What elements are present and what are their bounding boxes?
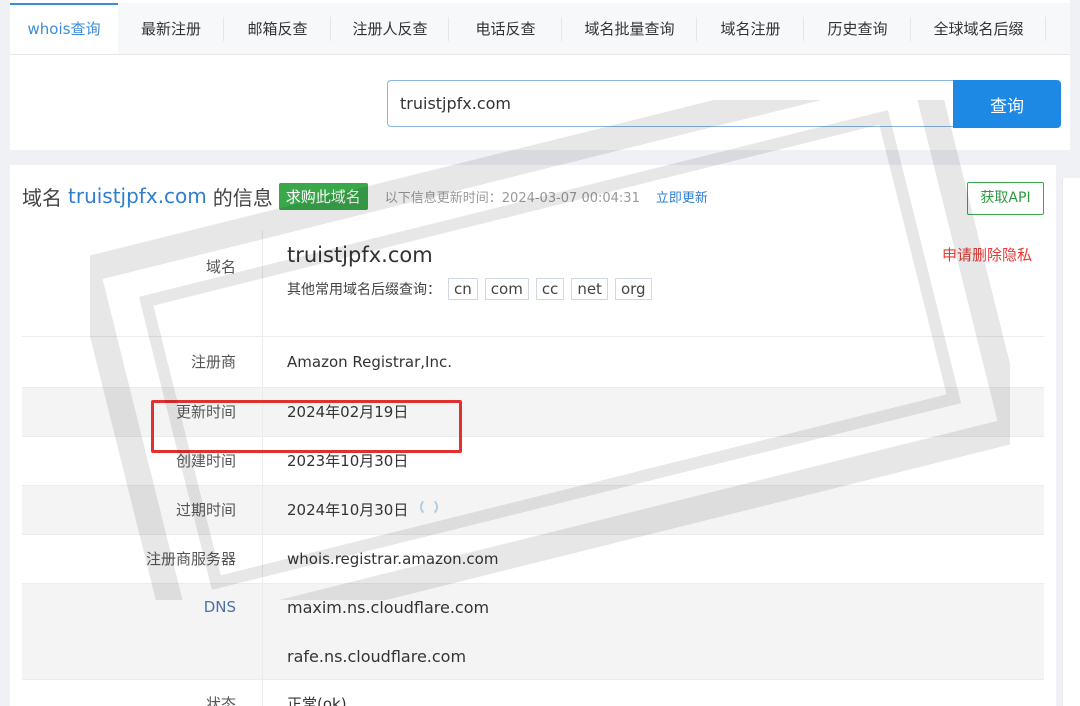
created-value: 2023年10月30日 — [287, 452, 409, 470]
row-status: 状态 正常(ok) — [22, 680, 1044, 706]
get-api-button[interactable]: 获取API — [967, 182, 1044, 215]
row-expires: 过期时间 2024年10月30日 — [22, 486, 1044, 535]
suffix-net-link[interactable]: net — [571, 278, 608, 300]
label-created: 创建时间 — [22, 437, 263, 485]
refresh-icon[interactable] — [420, 497, 439, 516]
buy-domain-button[interactable]: 求购此域名 — [278, 182, 368, 210]
update-now-link[interactable]: 立即更新 — [656, 187, 708, 206]
tab-email-reverse[interactable]: 邮箱反查 — [224, 3, 331, 54]
tab-latest-registered[interactable]: 最新注册 — [118, 3, 224, 54]
tab-domain-register[interactable]: 域名注册 — [697, 3, 804, 54]
search-input[interactable] — [387, 80, 955, 127]
label-domain: 域名 — [22, 230, 263, 336]
label-updated: 更新时间 — [22, 388, 263, 436]
header-suffix: 的信息 — [212, 185, 273, 210]
right-panel-edge — [1062, 178, 1080, 706]
delete-privacy-link[interactable]: 申请删除隐私 — [942, 244, 1032, 265]
info-header: 域名 truistjpfx.com 的信息 求购此域名 以下信息更新时间：202… — [22, 179, 708, 213]
dns-server-2: rafe.ns.cloudflare.com — [287, 647, 467, 666]
tab-global-suffix[interactable]: 全球域名后缀 — [911, 3, 1046, 54]
registrar-value: Amazon Registrar,Inc. — [287, 353, 452, 371]
label-dns: DNS — [22, 584, 263, 679]
header-domain[interactable]: truistjpfx.com — [68, 184, 207, 208]
search-button[interactable]: 查询 — [953, 80, 1061, 128]
label-registrar: 注册商 — [22, 337, 263, 387]
dns-server-1: maxim.ns.cloudflare.com — [287, 598, 490, 617]
updated-value: 2024年02月19日 — [287, 403, 409, 421]
update-time-label: 以下信息更新时间：2024-03-07 00:04:31 — [384, 190, 640, 206]
row-created: 创建时间 2023年10月30日 — [22, 437, 1044, 486]
row-whois-server: 注册商服务器 whois.registrar.amazon.com — [22, 535, 1044, 584]
suffix-cc-link[interactable]: cc — [535, 278, 565, 300]
whois-server-value: whois.registrar.amazon.com — [287, 550, 499, 568]
whois-table: 域名 truistjpfx.com 其他常用域名后缀查询： cn com cc … — [22, 230, 1044, 706]
row-domain: 域名 truistjpfx.com 其他常用域名后缀查询： cn com cc … — [22, 230, 1044, 337]
suffix-org-link[interactable]: org — [614, 278, 652, 300]
suffix-query-line: 其他常用域名后缀查询： cn com cc net org — [287, 278, 652, 300]
row-updated: 更新时间 2024年02月19日 — [22, 388, 1044, 437]
whois-info-card: 域名 truistjpfx.com 的信息 求购此域名 以下信息更新时间：202… — [10, 165, 1056, 706]
label-expires: 过期时间 — [22, 486, 263, 534]
label-whois-server: 注册商服务器 — [22, 535, 263, 583]
label-status: 状态 — [22, 680, 263, 706]
row-registrar: 注册商 Amazon Registrar,Inc. — [22, 337, 1044, 388]
suffix-com-link[interactable]: com — [484, 278, 529, 300]
status-value: 正常(ok) — [287, 695, 347, 706]
nav-tabs: whois查询 最新注册 邮箱反查 注册人反查 电话反查 域名批量查询 域名注册… — [10, 3, 1070, 55]
domain-value: truistjpfx.com — [287, 243, 433, 267]
header-prefix: 域名 — [22, 185, 62, 210]
suffix-cn-link[interactable]: cn — [448, 278, 478, 300]
tab-batch-query[interactable]: 域名批量查询 — [562, 3, 697, 54]
tab-whois[interactable]: whois查询 — [10, 3, 118, 54]
tab-phone-reverse[interactable]: 电话反查 — [449, 3, 562, 54]
top-card: whois查询 最新注册 邮箱反查 注册人反查 电话反查 域名批量查询 域名注册… — [10, 0, 1070, 150]
tab-registrant-reverse[interactable]: 注册人反查 — [331, 3, 449, 54]
row-dns: DNS maxim.ns.cloudflare.com rafe.ns.clou… — [22, 584, 1044, 680]
expires-value: 2024年10月30日 — [287, 501, 409, 519]
tab-history[interactable]: 历史查询 — [804, 3, 911, 54]
suffix-prompt: 其他常用域名后缀查询： — [287, 282, 441, 298]
